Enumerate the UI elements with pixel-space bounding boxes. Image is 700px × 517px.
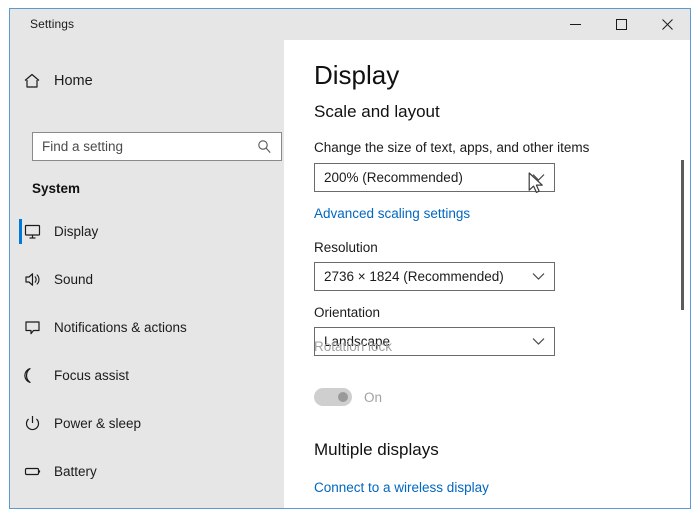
speaker-icon (10, 270, 54, 289)
chevron-down-icon (532, 272, 545, 281)
close-icon (661, 19, 673, 30)
sidebar-item-label: Display (54, 224, 99, 239)
resolution-dropdown[interactable]: 2736 × 1824 (Recommended) (314, 262, 555, 291)
maximize-button[interactable] (598, 9, 644, 40)
content-pane: Display Scale and layout Change the size… (284, 40, 690, 508)
screen-root: Settings Home Find a setting System Disp… (0, 0, 700, 517)
search-placeholder: Find a setting (42, 139, 124, 154)
sidebar-item-notifications[interactable]: Notifications & actions (10, 310, 284, 345)
sidebar-home-label: Home (54, 73, 93, 89)
maximize-icon (615, 19, 627, 30)
resolution-label: Resolution (314, 240, 378, 255)
toggle-knob (338, 392, 348, 402)
section-heading-multiple-displays: Multiple displays (314, 440, 439, 459)
rotation-lock-state-label: On (364, 389, 383, 405)
rotation-lock-label: Rotation lock (314, 339, 393, 354)
orientation-label: Orientation (314, 305, 381, 320)
window-controls (552, 9, 690, 40)
page-title: Display (314, 60, 400, 90)
title-bar[interactable]: Settings (10, 9, 690, 40)
sidebar-nav-list: Display Sound Notifications & actions Fo… (10, 214, 284, 508)
section-heading-scale-and-layout: Scale and layout (314, 102, 440, 121)
vertical-scrollbar[interactable] (677, 40, 687, 507)
minimize-icon (569, 24, 581, 25)
sidebar-item-label: Battery (54, 464, 97, 479)
chevron-down-icon (532, 337, 545, 346)
monitor-icon (10, 222, 54, 241)
home-icon (10, 72, 54, 90)
chevron-down-icon (532, 173, 545, 182)
sidebar: Home Find a setting System Display Sound… (10, 40, 284, 508)
sidebar-item-battery[interactable]: Battery (10, 454, 284, 489)
sidebar-item-power-sleep[interactable]: Power & sleep (10, 406, 284, 441)
search-input[interactable]: Find a setting (32, 132, 282, 161)
close-button[interactable] (644, 9, 690, 40)
scale-dropdown-value: 200% (Recommended) (324, 170, 463, 185)
scale-dropdown[interactable]: 200% (Recommended) (314, 163, 555, 192)
sidebar-item-sound[interactable]: Sound (10, 262, 284, 297)
sidebar-item-label: Notifications & actions (54, 320, 187, 335)
connect-wireless-display-link[interactable]: Connect to a wireless display (314, 480, 489, 495)
scale-label: Change the size of text, apps, and other… (314, 140, 590, 155)
settings-window: Settings Home Find a setting System Disp… (9, 8, 691, 509)
sidebar-item-label: Sound (54, 272, 94, 287)
sidebar-item-label: Power & sleep (54, 416, 142, 431)
notification-icon (10, 318, 54, 337)
moon-icon (10, 366, 54, 385)
sidebar-item-display[interactable]: Display (10, 214, 284, 249)
rotation-lock-toggle[interactable] (314, 388, 352, 406)
sidebar-item-storage[interactable]: Storage (10, 502, 284, 508)
sidebar-group-title: System (32, 181, 81, 196)
battery-icon (10, 462, 54, 481)
power-icon (10, 414, 54, 433)
sidebar-item-focus-assist[interactable]: Focus assist (10, 358, 284, 393)
selection-indicator (19, 219, 22, 244)
resolution-dropdown-value: 2736 × 1824 (Recommended) (324, 269, 504, 284)
advanced-scaling-settings-link[interactable]: Advanced scaling settings (314, 206, 470, 221)
minimize-button[interactable] (552, 9, 598, 40)
sidebar-item-home[interactable]: Home (10, 65, 284, 97)
sidebar-item-label: Focus assist (54, 368, 130, 383)
search-icon (257, 139, 272, 154)
rotation-lock-toggle-row: On (314, 388, 382, 406)
scrollbar-thumb[interactable] (681, 160, 684, 310)
window-title: Settings (30, 17, 75, 31)
